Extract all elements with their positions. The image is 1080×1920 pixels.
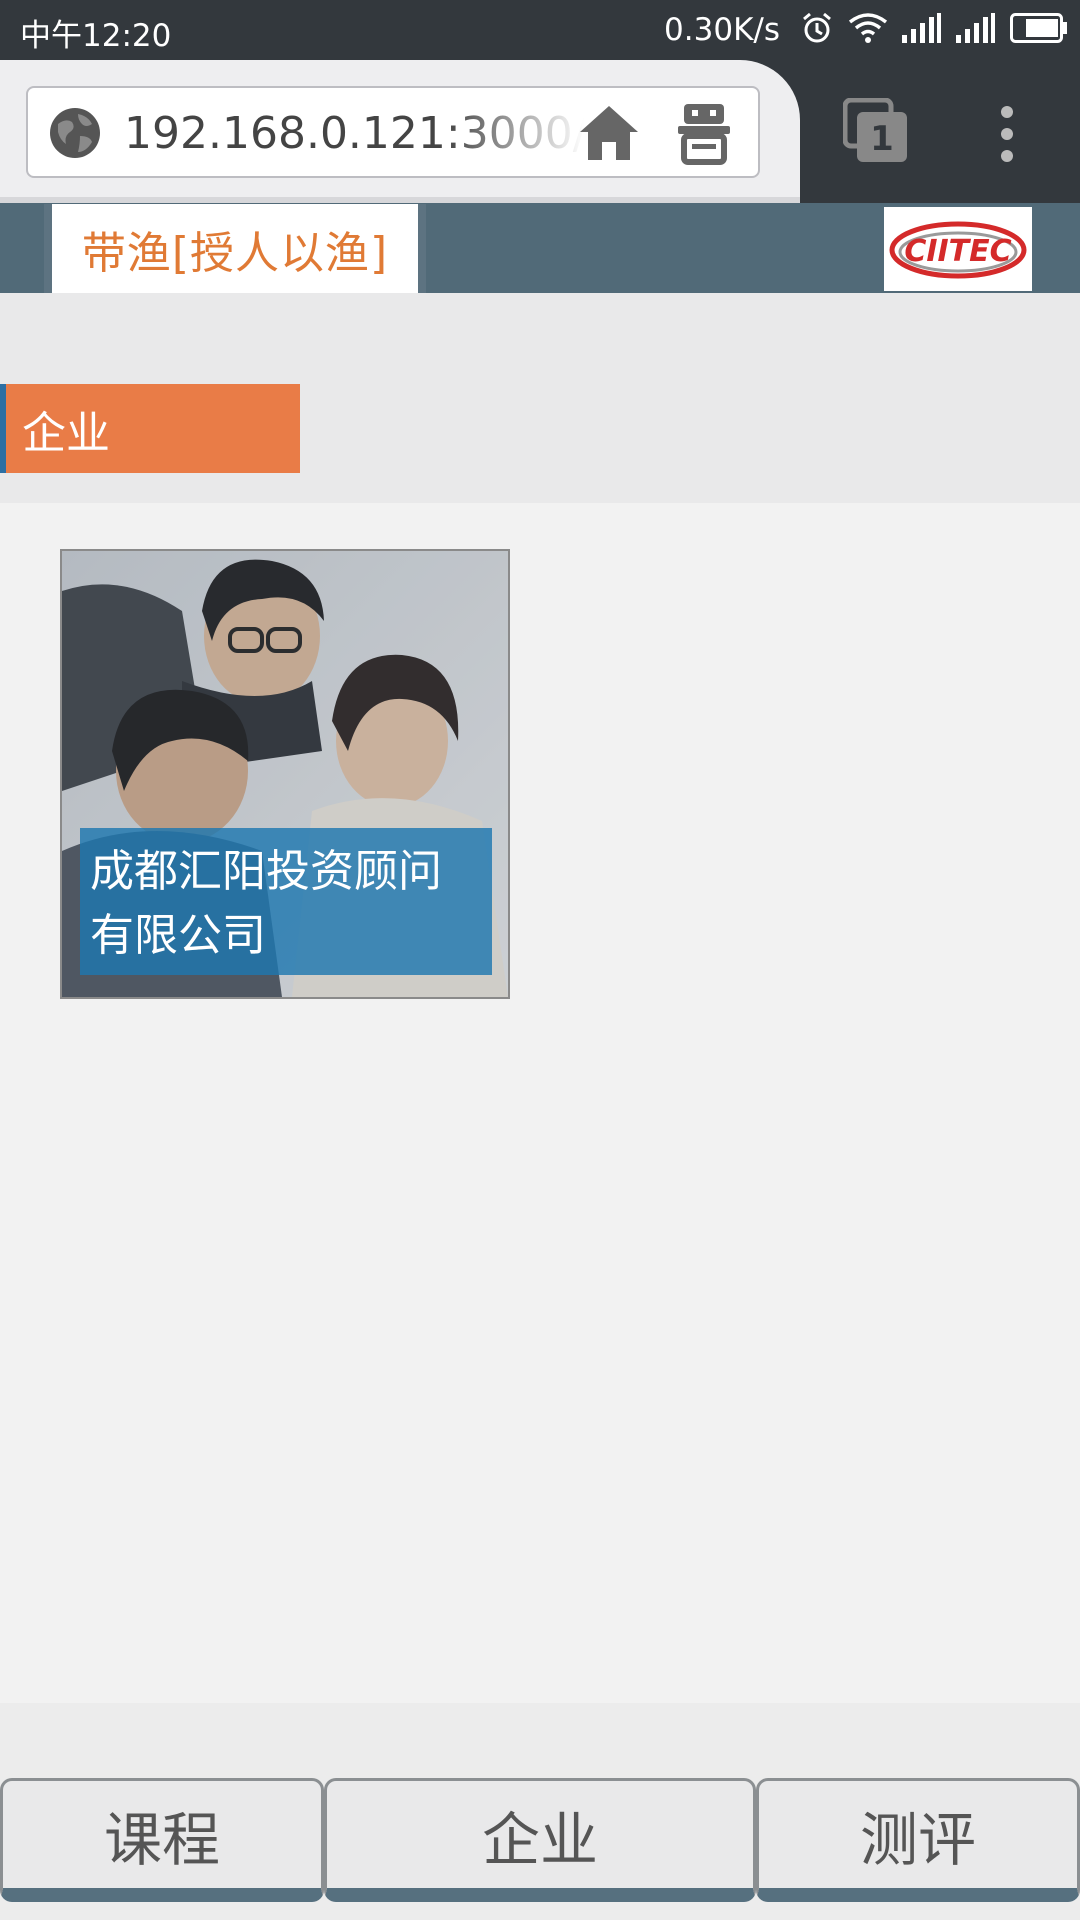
nav-company-button[interactable]: 企业: [324, 1778, 756, 1902]
nav-assessment-button[interactable]: 测评: [756, 1778, 1080, 1902]
caption-line-1: 成都汇阳投资顾问: [90, 846, 442, 897]
brand-title: 带渔[授人以渔]: [81, 228, 389, 279]
signal-icon: [902, 13, 942, 47]
status-bar: 中午12:20 0.30K/s: [0, 0, 1080, 60]
tab-switcher-button[interactable]: 1: [842, 97, 909, 164]
tab-count: 1: [870, 119, 894, 159]
home-icon[interactable]: [576, 102, 642, 164]
caption-line-2: 有限公司: [90, 910, 266, 961]
logo-text: CIITEC: [904, 234, 1011, 269]
network-speed: 0.30K/s: [664, 12, 780, 48]
card-caption: 成都汇阳投资顾问 有限公司: [80, 828, 492, 975]
browser-toolbar: 192.168.0.121:3000/r 1: [0, 60, 1080, 203]
alarm-icon: [800, 11, 834, 49]
logo: CIITEC: [884, 207, 1032, 291]
status-time: 中午12:20: [20, 18, 172, 54]
brand-box[interactable]: 带渔[授人以渔]: [44, 204, 426, 302]
section-tag: 企业: [0, 384, 300, 473]
citec-logo: CIITEC: [889, 221, 1027, 279]
status-indicators: 0.30K/s: [664, 8, 1068, 52]
address-bar[interactable]: 192.168.0.121:3000/r: [26, 86, 760, 178]
overflow-menu-icon[interactable]: [990, 104, 1024, 164]
signal-icon-2: [956, 13, 996, 47]
reader-mode-icon[interactable]: [674, 100, 734, 166]
nav-courses-button[interactable]: 课程: [0, 1778, 324, 1902]
globe-icon: [48, 106, 102, 160]
url-text[interactable]: 192.168.0.121:3000/r: [124, 108, 584, 159]
battery-icon: [1010, 13, 1068, 47]
company-card[interactable]: 成都汇阳投资顾问 有限公司: [60, 549, 510, 999]
wifi-icon: [848, 12, 888, 48]
